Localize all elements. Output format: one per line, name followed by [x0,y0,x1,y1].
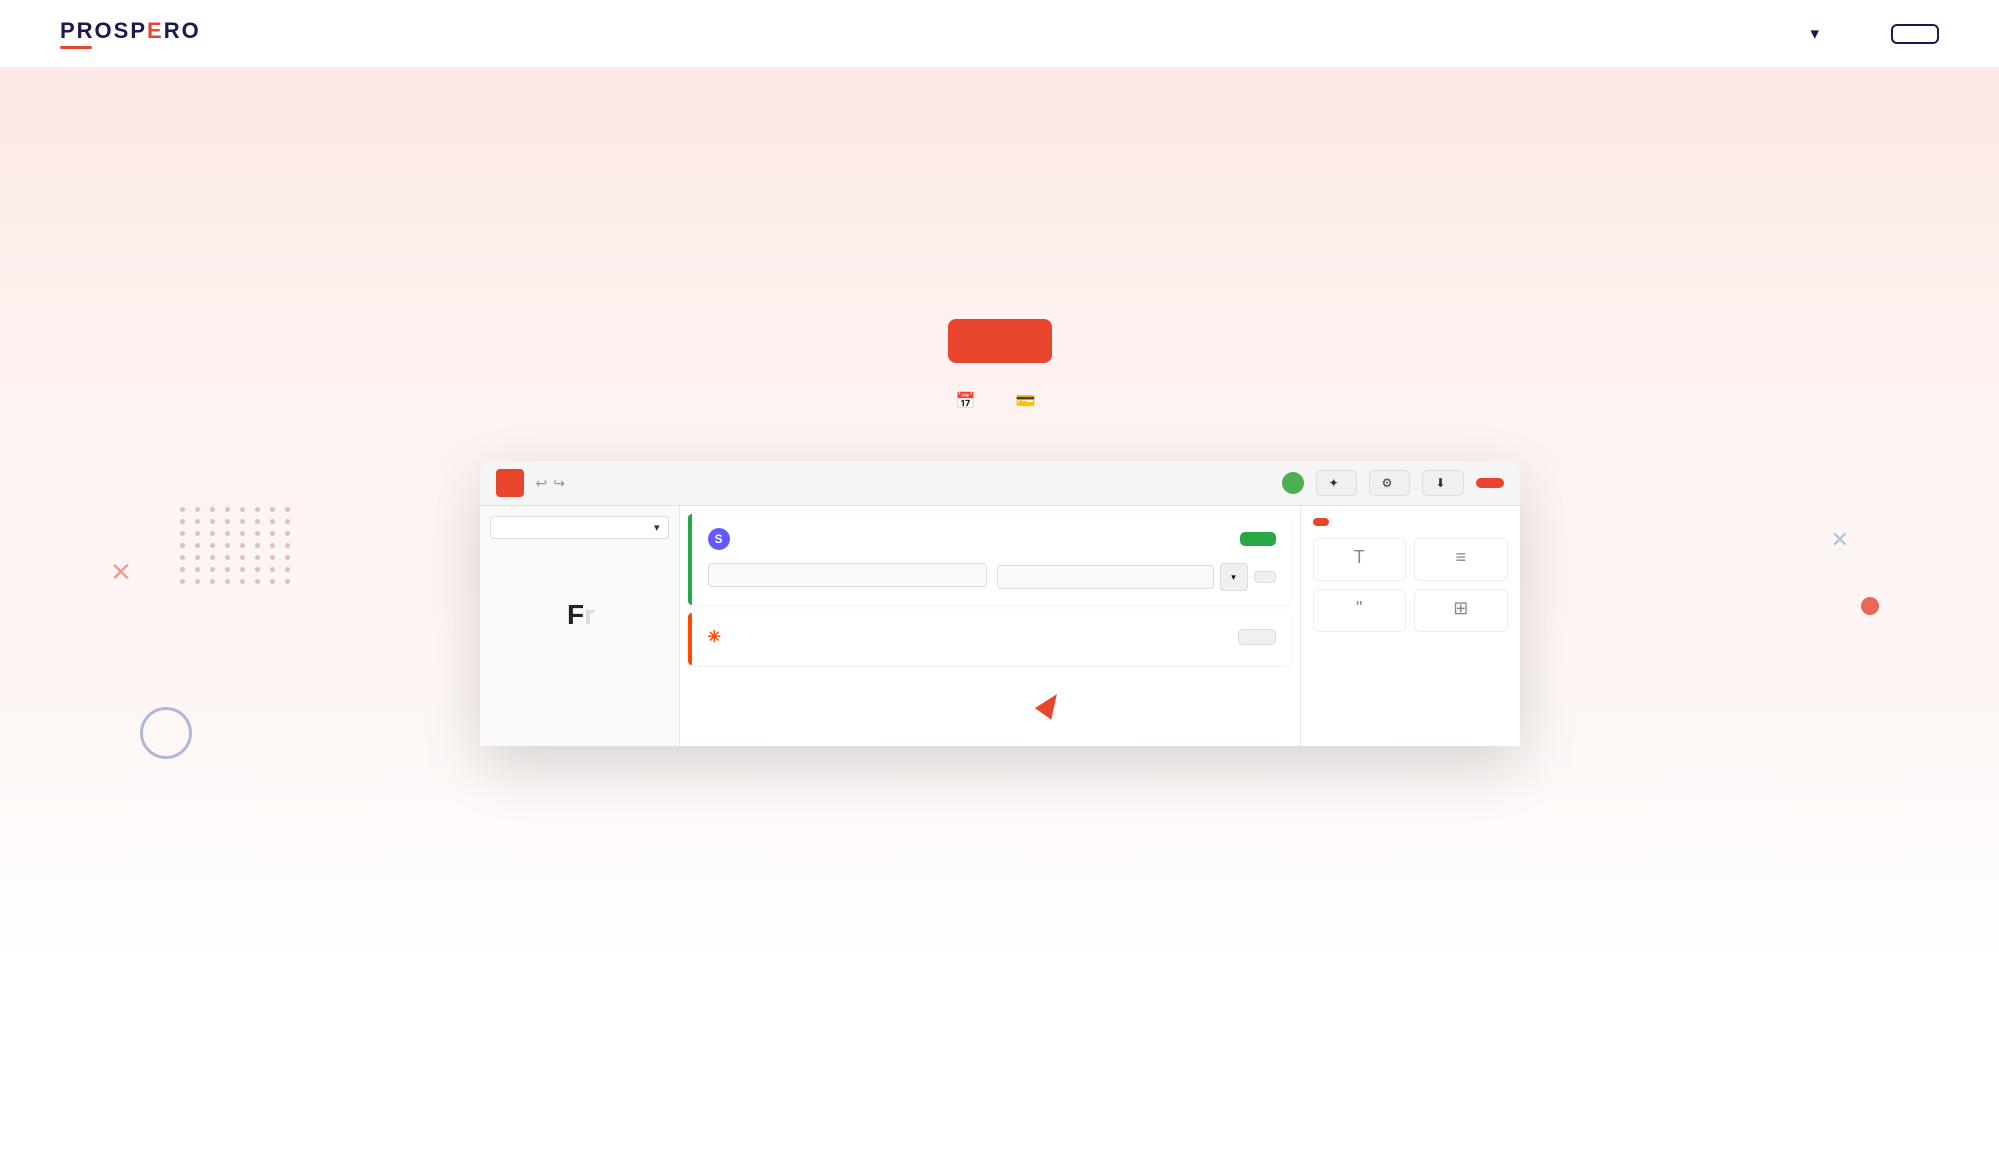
zapier-logo-icon: ✳ [708,627,721,647]
navigation: PROSPERO ▾ [0,0,1999,67]
circle-decoration-right [1861,597,1879,615]
trust-trial: 📅 [956,391,984,411]
stripe-fields: ▾ [708,560,1276,591]
payment-amount-group [708,560,987,591]
hero-headline [550,137,1450,216]
trust-line: 📅 💳 [20,391,1979,411]
mockup-body: ▾ Fr S [480,506,1520,746]
chevron-down-icon: ▾ [1810,24,1819,44]
mockup-status-dot [1282,472,1304,494]
hero-subtext [20,240,1979,275]
stripe-title: S [708,528,738,550]
element-space[interactable]: ≡ [1414,538,1508,581]
mockup-topbar: ↩ ↪ ✦ ⚙ ⬇ [480,461,1520,506]
panel-tab-library[interactable] [1333,518,1349,526]
payment-label-group: ▾ [997,560,1276,591]
cursor-arrow-icon [1034,689,1064,720]
form-element-icon: ⊞ [1453,598,1468,619]
x-decoration-left: ✕ [110,557,132,588]
logo[interactable]: PROSPERO [60,18,201,49]
card-icon: 💳 [1016,391,1036,411]
gear-icon: ⚙ [1382,476,1393,490]
text-element-icon: T [1354,547,1365,568]
calendar-icon: 📅 [956,391,976,411]
trust-no-card: 💳 [1016,391,1044,411]
x-decoration-right: ✕ [1831,527,1849,553]
mockup-main-content: S [680,506,1300,746]
zapier-title: ✳ [708,627,729,647]
payment-amount-input[interactable] [708,563,987,587]
payment-label-input[interactable] [997,565,1214,589]
nav-signup[interactable] [1891,24,1939,44]
panel-tab-elements[interactable] [1313,518,1329,526]
dropdown-btn[interactable]: ▾ [1220,563,1248,591]
hero-section: const dotsContainer = document.querySele… [0,67,1999,967]
panel-tab-fonts[interactable] [1353,518,1369,526]
circle-decoration-left [140,707,192,759]
download-icon: ⬇ [1435,476,1445,490]
create-proposal-button[interactable] [948,319,1052,363]
dot-grid-decoration: const dotsContainer = document.querySele… [180,507,293,584]
cursor-overlay [1040,692,1060,716]
stripe-connected-button[interactable] [1240,532,1276,546]
app-mockup: ↩ ↪ ✦ ⚙ ⬇ [480,461,1520,746]
panel-elements-grid: T ≡ " ⊞ [1313,538,1508,632]
chevron-down-icon: ▾ [654,521,660,534]
stripe-edit-button[interactable] [1254,571,1276,583]
mockup-settings-btn[interactable]: ⚙ [1369,470,1411,496]
nav-resources[interactable]: ▾ [1806,24,1819,44]
font-selector[interactable]: ▾ [490,516,669,539]
element-text[interactable]: T [1313,538,1407,581]
element-form[interactable]: ⊞ [1414,589,1508,632]
mockup-download-btn[interactable]: ⬇ [1422,470,1463,496]
plugin-icon: ✦ [1329,476,1339,490]
nav-links: ▾ [1698,24,1939,44]
mockup-preview-text: Fr [490,599,669,631]
panel-tab-layout[interactable] [1373,518,1389,526]
mockup-sidebar: ▾ Fr [480,506,680,746]
zapier-connect-button[interactable] [1238,629,1276,645]
mockup-integrations-btn[interactable]: ✦ [1316,470,1357,496]
panel-tabs [1313,518,1508,526]
zapier-integration-card: ✳ [688,613,1292,665]
stripe-integration-card: S [688,514,1292,605]
stripe-logo: S [708,528,730,550]
mockup-nav-arrows: ↩ ↪ [536,475,565,492]
mockup-right-panel: T ≡ " ⊞ [1300,506,1520,746]
back-arrow-icon: ↩ [536,475,548,492]
forward-arrow-icon: ↪ [553,475,565,492]
space-element-icon: ≡ [1455,547,1466,568]
quote-element-icon: " [1356,598,1362,619]
mockup-logo [496,469,524,497]
element-quote[interactable]: " [1313,589,1407,632]
mockup-preview-btn[interactable] [1476,478,1504,488]
